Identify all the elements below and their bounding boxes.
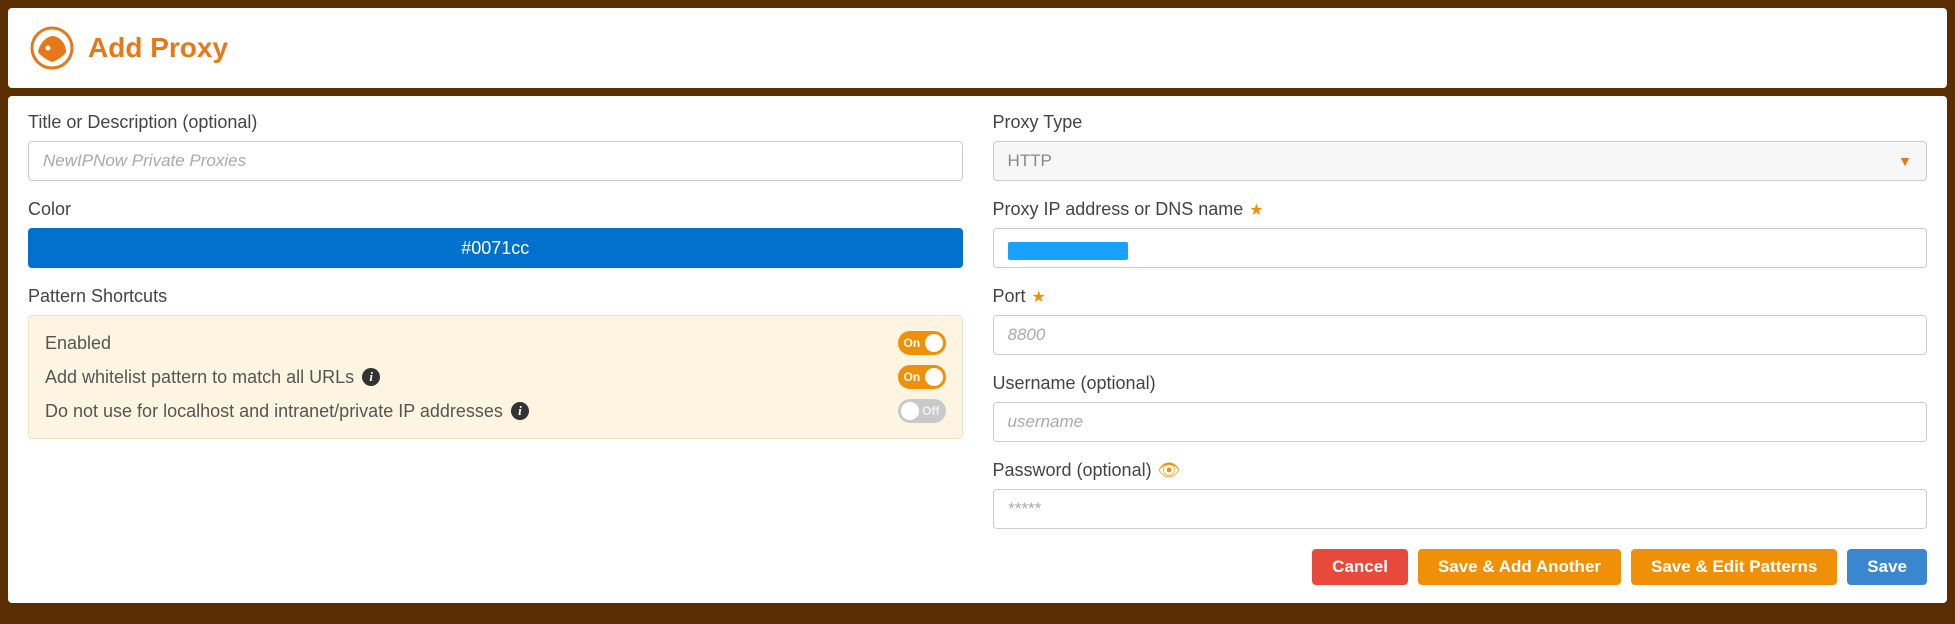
chevron-down-icon: ▼ (1898, 153, 1912, 169)
username-input[interactable] (993, 402, 1928, 442)
localhost-label: Do not use for localhost and intranet/pr… (45, 401, 503, 422)
info-icon[interactable]: i (511, 402, 529, 420)
shortcut-row-enabled: Enabled On (45, 326, 946, 360)
username-label: Username (optional) (993, 373, 1928, 394)
localhost-toggle[interactable]: Off (898, 399, 946, 423)
proxy-type-select[interactable]: HTTP ▼ (993, 141, 1928, 181)
foxyproxy-logo-icon (30, 26, 74, 70)
star-icon: ★ (1032, 287, 1046, 307)
port-input[interactable] (993, 315, 1928, 355)
shortcuts-label: Pattern Shortcuts (28, 286, 963, 307)
shortcuts-box: Enabled On Add whitelist pattern to matc… (28, 315, 963, 439)
save-add-another-button[interactable]: Save & Add Another (1418, 549, 1621, 585)
title-input[interactable] (28, 141, 963, 181)
enabled-label: Enabled (45, 333, 111, 354)
save-button[interactable]: Save (1847, 549, 1927, 585)
password-input[interactable] (993, 489, 1928, 529)
star-icon: ★ (1249, 200, 1263, 220)
ip-label: Proxy IP address or DNS name ★ (993, 199, 1928, 220)
shortcut-row-whitelist: Add whitelist pattern to match all URLs … (45, 360, 946, 394)
proxy-type-label: Proxy Type (993, 112, 1928, 133)
password-label: Password (optional) 👁 (993, 460, 1928, 481)
whitelist-toggle[interactable]: On (898, 365, 946, 389)
redacted-ip (1008, 242, 1128, 260)
right-column: Proxy Type HTTP ▼ Proxy IP address or DN… (993, 112, 1928, 585)
ip-input[interactable] (993, 228, 1928, 268)
left-column: Title or Description (optional) Color #0… (28, 112, 963, 585)
eye-icon[interactable]: 👁 (1158, 460, 1181, 481)
color-label: Color (28, 199, 963, 220)
shortcut-row-localhost: Do not use for localhost and intranet/pr… (45, 394, 946, 428)
port-label: Port ★ (993, 286, 1928, 307)
proxy-type-value: HTTP (1008, 151, 1052, 171)
form-panel: Title or Description (optional) Color #0… (8, 96, 1947, 603)
title-label: Title or Description (optional) (28, 112, 963, 133)
save-edit-patterns-button[interactable]: Save & Edit Patterns (1631, 549, 1837, 585)
color-button[interactable]: #0071cc (28, 228, 963, 268)
page-title: Add Proxy (88, 32, 228, 64)
whitelist-label: Add whitelist pattern to match all URLs (45, 367, 354, 388)
info-icon[interactable]: i (362, 368, 380, 386)
enabled-toggle[interactable]: On (898, 331, 946, 355)
footer-buttons: Cancel Save & Add Another Save & Edit Pa… (993, 549, 1928, 585)
header-bar: Add Proxy (8, 8, 1947, 88)
cancel-button[interactable]: Cancel (1312, 549, 1408, 585)
